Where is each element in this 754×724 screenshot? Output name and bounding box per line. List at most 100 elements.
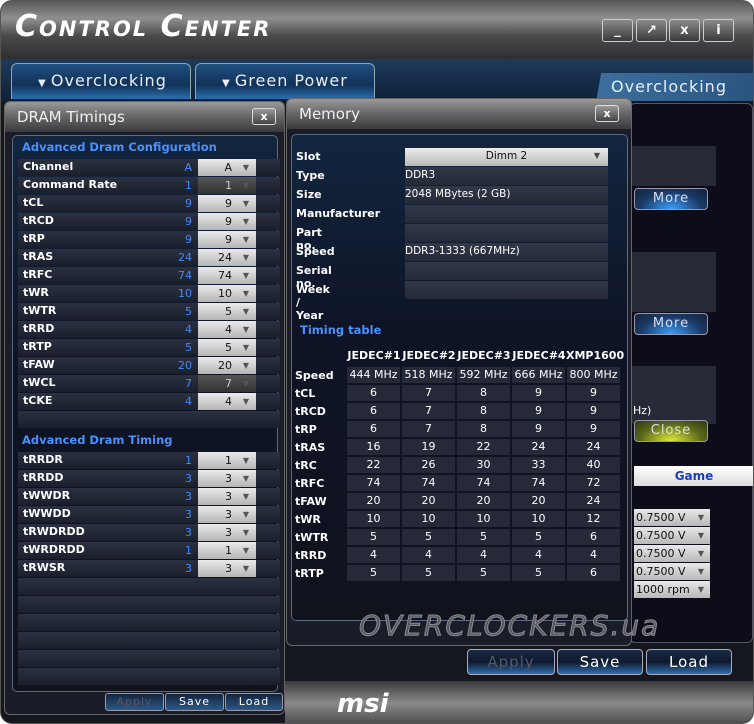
dropdown-arrow-icon: ▼ [242, 528, 249, 537]
timing-row-trrdr: tRRDR 1 1 ▼ [18, 452, 280, 469]
close-icon[interactable]: x [669, 19, 700, 42]
timing-dropdown[interactable]: 20 ▼ [198, 357, 256, 374]
apply-button[interactable]: Apply [467, 649, 555, 675]
value-select[interactable]: 1000 rpm ▼ [634, 581, 710, 598]
timing-dropdown[interactable]: 3 ▼ [198, 524, 256, 541]
empty-row [18, 596, 280, 613]
timing-dropdown[interactable]: 1 ▼ [198, 452, 256, 469]
dropdown-value: 9 [225, 215, 232, 228]
table-cell: 5 [347, 529, 400, 545]
tab-game[interactable]: Game [634, 466, 753, 486]
field-label: Manufacturer [296, 207, 381, 220]
timing-row-trwsr: tRWSR 3 3 ▼ [18, 560, 280, 577]
chevron-down-icon: ▼ [38, 78, 51, 89]
table-cell: 4 [567, 547, 620, 563]
value-select[interactable]: 0.7500 V ▼ [634, 509, 710, 526]
close-button[interactable]: Close [634, 420, 708, 442]
tab-label: Overclocking [50, 71, 167, 90]
timing-label: tWR [23, 286, 49, 299]
value-select[interactable]: 0.7500 V ▼ [634, 545, 710, 562]
close-icon[interactable]: x [252, 108, 276, 125]
row-label: tRFC [295, 477, 325, 490]
current-value: 1 [185, 544, 192, 557]
dropdown-value: 9 [225, 197, 232, 210]
info-icon[interactable]: i [703, 19, 734, 42]
dropdown-arrow-icon: ▼ [242, 564, 249, 573]
timing-dropdown[interactable]: 3 ▼ [198, 560, 256, 577]
timing-dropdown[interactable]: 3 ▼ [198, 506, 256, 523]
save-button[interactable]: Save [165, 693, 224, 711]
timing-dropdown[interactable]: 4 ▼ [198, 321, 256, 338]
timing-dropdown[interactable]: 5 ▼ [198, 339, 256, 356]
minimize-icon[interactable]: _ [602, 19, 633, 42]
row-label: Speed [295, 369, 334, 382]
current-value: 20 [178, 359, 192, 372]
timing-dropdown[interactable]: 1 ▼ [198, 542, 256, 559]
timing-dropdown[interactable]: 4 ▼ [198, 393, 256, 410]
field-label: Speed [296, 245, 335, 258]
current-value: 3 [185, 490, 192, 503]
table-cell: 4 [402, 547, 455, 563]
load-button[interactable]: Load [225, 693, 283, 711]
dropdown-value: 4 [225, 323, 232, 336]
more-button[interactable]: More [634, 313, 708, 335]
table-cell: 72 [567, 475, 620, 491]
table-cell: 22 [457, 439, 510, 455]
table-cell: 10 [347, 511, 400, 527]
table-cell: 666 MHz [512, 367, 565, 383]
load-button[interactable]: Load [646, 649, 732, 675]
timing-dropdown[interactable]: 3 ▼ [198, 470, 256, 487]
timing-dropdown[interactable]: 5 ▼ [198, 303, 256, 320]
table-cell: 74 [457, 475, 510, 491]
current-value: 9 [185, 233, 192, 246]
dropdown-arrow-icon: ▼ [242, 199, 249, 208]
timing-dropdown[interactable]: 3 ▼ [198, 488, 256, 505]
timing-dropdown[interactable]: 9 ▼ [198, 213, 256, 230]
apply-button[interactable]: Apply [105, 693, 164, 711]
dropdown-value: 10 [218, 287, 232, 300]
restore-icon[interactable]: ↗ [636, 19, 667, 42]
timing-label: tRRDR [23, 453, 63, 466]
dropdown-arrow-icon: ▼ [242, 343, 249, 352]
dropdown-value: 7 [225, 377, 232, 390]
current-value: 4 [185, 395, 192, 408]
more-button[interactable]: More [634, 188, 708, 210]
field-value [405, 281, 608, 299]
timing-row-twwdr: tWWDR 3 3 ▼ [18, 488, 280, 505]
table-cell: 6 [347, 385, 400, 401]
timing-dropdown[interactable]: 24 ▼ [198, 249, 256, 266]
table-cell: 8 [457, 421, 510, 437]
current-value: 3 [185, 562, 192, 575]
empty-row [18, 650, 280, 667]
timing-dropdown[interactable]: A ▼ [198, 159, 256, 176]
dropdown-value: 9 [225, 233, 232, 246]
timing-dropdown[interactable]: 9 ▼ [198, 195, 256, 212]
timing-row-trtp: tRTP 5 5 ▼ [18, 339, 280, 356]
tab-green-power[interactable]: ▼ Green Power [195, 63, 375, 99]
dropdown-arrow-icon: ▼ [242, 325, 249, 334]
timing-label: tRWSR [23, 561, 66, 574]
dropdown-arrow-icon: ▼ [697, 567, 704, 576]
save-button[interactable]: Save [557, 649, 643, 675]
value-select[interactable]: 0.7500 V ▼ [634, 527, 710, 544]
row-label: tFAW [295, 495, 327, 508]
slot-dropdown[interactable]: Dimm 2 ▼ [405, 148, 608, 166]
dropdown-arrow-icon: ▼ [242, 474, 249, 483]
row-label: tRCD [295, 405, 326, 418]
table-cell: 40 [567, 457, 620, 473]
timing-dropdown[interactable]: 74 ▼ [198, 267, 256, 284]
timing-dropdown[interactable]: 9 ▼ [198, 231, 256, 248]
timing-label: tWWDR [23, 489, 71, 502]
dropdown-arrow-icon: ▼ [242, 456, 249, 465]
timing-row-twr: tWR 10 10 ▼ [18, 285, 280, 302]
dropdown-value: 3 [225, 508, 232, 521]
value-select[interactable]: 0.7500 V ▼ [634, 563, 710, 580]
timing-row-trp: tRP 9 9 ▼ [18, 231, 280, 248]
close-icon[interactable]: x [595, 105, 619, 122]
table-cell: 7 [402, 403, 455, 419]
timing-dropdown[interactable]: 10 ▼ [198, 285, 256, 302]
row-label: tWTR [295, 531, 329, 544]
current-value: 1 [185, 179, 192, 192]
timing-row-tras: tRAS 24 24 ▼ [18, 249, 280, 266]
tab-overclocking[interactable]: ▼ Overclocking [11, 63, 191, 99]
